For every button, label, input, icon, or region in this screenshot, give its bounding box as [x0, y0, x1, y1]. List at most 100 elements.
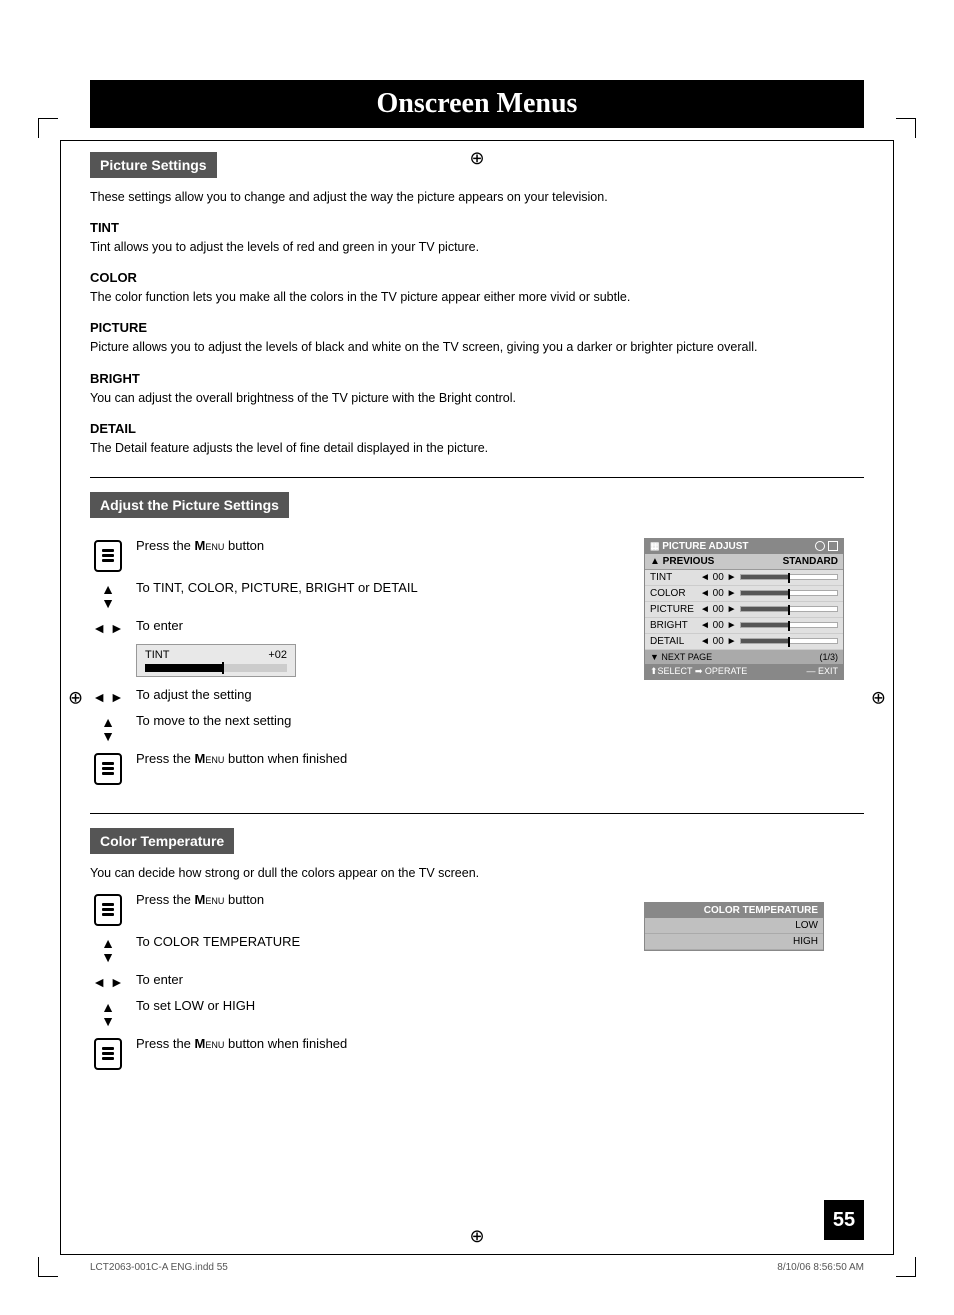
pa-footer2: ⬆SELECT ➡ OPERATE — EXIT — [645, 664, 843, 679]
crosshair-top: ⊕ — [469, 148, 484, 169]
pa-bar-color — [740, 590, 838, 596]
section-adjust-picture: Adjust the Picture Settings Press the Me… — [90, 492, 864, 793]
pa-row-bright: BRIGHT ◄ 00 ► — [645, 618, 843, 634]
page-footer: LCT2063-001C-A ENG.indd 55 8/10/06 8:56:… — [90, 1262, 864, 1273]
tint-slider-fill — [145, 664, 223, 672]
text-color: The color function lets you make all the… — [90, 288, 864, 306]
tint-demo-label: TINT +02 — [145, 649, 287, 661]
pa-next-page: ▼ NEXT PAGE — [650, 652, 712, 662]
color-temp-screen: COLOR TEMPERATURE LOW HIGH — [644, 902, 824, 951]
text-detail: The Detail feature adjusts the level of … — [90, 439, 864, 457]
pa-footer-left: ⬆SELECT ➡ OPERATE — [650, 666, 747, 677]
ct-step-updown-2: ▲▼ To set LOW or HIGH — [90, 998, 624, 1028]
pa-bar-fill-detail — [741, 639, 789, 643]
corner-mark-tr — [896, 118, 916, 138]
color-temp-adjust: Press the Menu button ▲▼ To COLOR TEMPER… — [90, 892, 864, 1078]
picture-settings-intro: These settings allow you to change and a… — [90, 188, 864, 206]
pa-label-bright: BRIGHT — [650, 620, 700, 631]
pa-label-picture: PICTURE — [650, 604, 700, 615]
pa-footer: ▼ NEXT PAGE (1/3) — [645, 650, 843, 664]
page-title: Onscreen Menus — [90, 80, 864, 128]
ct-screen-title: COLOR TEMPERATURE — [645, 903, 823, 918]
ct-updown-icon-2: ▲▼ — [90, 1000, 126, 1028]
ct-option-high: HIGH — [645, 934, 823, 950]
color-temp-screen-right: COLOR TEMPERATURE LOW HIGH — [644, 892, 864, 1078]
section-header-picture-settings: Picture Settings — [90, 152, 217, 178]
menu-remote-icon-2 — [94, 753, 122, 785]
heading-bright: BRIGHT — [90, 371, 864, 386]
pa-row-tint: TINT ◄ 00 ► — [645, 570, 843, 586]
adjust-section-layout: Press the Menu button ▲▼ To TINT, COLOR,… — [90, 538, 864, 793]
pa-value-tint: ◄ 00 ► — [700, 572, 740, 583]
pa-footer-right: — EXIT — [806, 666, 838, 677]
leftright-icon-cell-2: ◄ ► — [90, 689, 126, 705]
pa-subheader: ▲ PREVIOUS STANDARD — [645, 554, 843, 570]
adjust-screen-right: ▦ PICTURE ADJUST ▲ PREVIOUS STANDARD TIN… — [644, 538, 864, 793]
divider-1 — [90, 477, 864, 478]
pa-header: ▦ PICTURE ADJUST — [645, 539, 843, 554]
updown-arrows-1: ▲▼ — [101, 582, 115, 610]
ct-updown-arrows-1: ▲▼ — [101, 936, 115, 964]
leftright-arrows-2: ◄ ► — [92, 689, 124, 705]
pa-thumb-detail — [788, 637, 790, 647]
page-border-top — [60, 140, 894, 141]
footer-right: 8/10/06 8:56:50 AM — [777, 1262, 864, 1273]
text-tint: Tint allows you to adjust the levels of … — [90, 238, 864, 256]
divider-2 — [90, 813, 864, 814]
ct-leftright-arrows: ◄ ► — [92, 974, 124, 990]
color-temp-intro: You can decide how strong or dull the co… — [90, 864, 864, 882]
picture-adjust-screen: ▦ PICTURE ADJUST ▲ PREVIOUS STANDARD TIN… — [644, 538, 844, 680]
ct-updown-arrows-2: ▲▼ — [101, 1000, 115, 1028]
step-3-text: To enter — [136, 618, 183, 633]
pa-thumb-bright — [788, 621, 790, 631]
pa-page-num: (1/3) — [819, 652, 838, 662]
ct-menu-remote-icon-1 — [94, 894, 122, 926]
ct-step-5-text: Press the Menu button when finished — [136, 1036, 347, 1051]
pa-mode: STANDARD — [783, 556, 838, 567]
ct-step-leftright: ◄ ► To enter — [90, 972, 624, 990]
ct-step-menu-1: Press the Menu button — [90, 892, 624, 926]
adjust-steps-left: Press the Menu button ▲▼ To TINT, COLOR,… — [90, 538, 624, 793]
page-number: 55 — [824, 1200, 864, 1240]
menu-remote-icon-1 — [94, 540, 122, 572]
pa-bar-fill-bright — [741, 623, 789, 627]
step-leftright-1: ◄ ► To enter — [90, 618, 624, 636]
corner-mark-tl — [38, 118, 58, 138]
crosshair-bottom: ⊕ — [469, 1226, 484, 1247]
pa-icon-circle — [815, 541, 825, 551]
ct-step-1-text: Press the Menu button — [136, 892, 264, 907]
pa-icon-square — [828, 541, 838, 551]
tint-value: +02 — [268, 649, 287, 661]
pa-thumb-picture — [788, 605, 790, 615]
section-header-color-temp: Color Temperature — [90, 828, 234, 854]
main-content: Onscreen Menus Picture Settings These se… — [90, 80, 864, 1078]
step-4-text: To adjust the setting — [136, 687, 252, 702]
pa-bar-fill-tint — [741, 575, 789, 579]
heading-tint: TINT — [90, 220, 864, 235]
pa-row-detail: DETAIL ◄ 00 ► — [645, 634, 843, 650]
pa-value-color: ◄ 00 ► — [700, 588, 740, 599]
menu-icon-cell-1 — [90, 540, 126, 572]
corner-mark-br — [896, 1257, 916, 1277]
step-updown-2: ▲▼ To move to the next setting — [90, 713, 624, 743]
leftright-icon-cell-1: ◄ ► — [90, 620, 126, 636]
pa-thumb-color — [788, 589, 790, 599]
page-border-left — [60, 140, 61, 1255]
ct-step-4-text: To set LOW or HIGH — [136, 998, 255, 1013]
menu-icon-bar — [102, 554, 114, 557]
ct-step-3-text: To enter — [136, 972, 183, 987]
ct-menu-icon-cell-2 — [90, 1038, 126, 1070]
step-press-menu: Press the Menu button — [90, 538, 624, 572]
updown-arrows-2: ▲▼ — [101, 715, 115, 743]
step-leftright-2: ◄ ► To adjust the setting — [90, 687, 624, 705]
section-picture-settings: Picture Settings These settings allow yo… — [90, 152, 864, 457]
ct-menu-icon-bar — [102, 908, 114, 911]
ct-menu-icon-cell-1 — [90, 894, 126, 926]
section-header-adjust: Adjust the Picture Settings — [90, 492, 289, 518]
footer-left: LCT2063-001C-A ENG.indd 55 — [90, 1262, 228, 1273]
ct-menu-remote-icon-2 — [94, 1038, 122, 1070]
pa-title: ▦ PICTURE ADJUST — [650, 541, 749, 552]
pa-label-tint: TINT — [650, 572, 700, 583]
ct-option-low: LOW — [645, 918, 823, 934]
ct-step-2-text: To COLOR TEMPERATURE — [136, 934, 300, 949]
